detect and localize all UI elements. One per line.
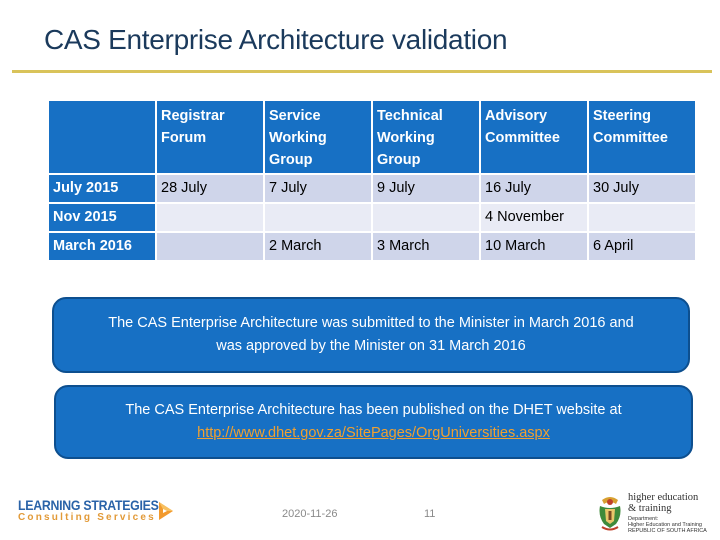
row-period: March 2016 xyxy=(49,233,155,260)
submitted-callout-line1: The CAS Enterprise Architecture was subm… xyxy=(108,315,634,331)
table-row: July 2015 28 July 7 July 9 July 16 July … xyxy=(49,175,695,202)
header-registrar-forum: Registrar Forum xyxy=(157,101,263,173)
table-cell: 28 July xyxy=(157,175,263,202)
table-cell: 4 November xyxy=(481,204,587,231)
footer-date: 2020-11-26 xyxy=(282,508,338,520)
dhet-logo-line1: higher education xyxy=(628,492,699,503)
dhet-logo-line2: & training xyxy=(628,503,672,514)
table-cell xyxy=(589,204,695,231)
dhet-logo-line5: REPUBLIC OF SOUTH AFRICA xyxy=(628,528,707,534)
table-cell xyxy=(157,204,263,231)
published-callout-line1: The CAS Enterprise Architecture has been… xyxy=(125,402,622,418)
submitted-callout: The CAS Enterprise Architecture was subm… xyxy=(52,297,690,373)
table-cell: 30 July xyxy=(589,175,695,202)
logo-tagline: Consulting Services xyxy=(18,512,156,523)
published-callout: The CAS Enterprise Architecture has been… xyxy=(54,385,693,459)
slide-number: 11 xyxy=(424,508,436,520)
logo-name: LEARNING STRATEGIES xyxy=(18,497,159,513)
dhet-website-link[interactable]: http://www.dhet.gov.za/SitePages/OrgUniv… xyxy=(197,425,550,441)
table-cell: 6 April xyxy=(589,233,695,260)
schedule-table: Registrar Forum Service Working Group Te… xyxy=(47,99,697,262)
table-cell: 7 July xyxy=(265,175,371,202)
submitted-callout-line2: was approved by the Minister on 31 March… xyxy=(216,338,526,354)
header-technical-working-group: Technical Working Group xyxy=(373,101,479,173)
learning-strategies-logo: LEARNING STRATEGIES Consulting Services xyxy=(18,497,173,529)
table-row: Nov 2015 4 November xyxy=(49,204,695,231)
play-triangle-icon xyxy=(159,502,173,520)
row-period: Nov 2015 xyxy=(49,204,155,231)
coat-of-arms-icon xyxy=(599,497,621,531)
table-cell: 3 March xyxy=(373,233,479,260)
header-corner xyxy=(49,101,155,173)
table-row: March 2016 2 March 3 March 10 March 6 Ap… xyxy=(49,233,695,260)
header-advisory-committee: Advisory Committee xyxy=(481,101,587,173)
table-cell xyxy=(157,233,263,260)
header-service-working-group: Service Working Group xyxy=(265,101,371,173)
table-cell xyxy=(373,204,479,231)
slide-title: CAS Enterprise Architecture validation xyxy=(44,24,508,55)
title-divider xyxy=(12,70,712,73)
header-steering-committee: Steering Committee xyxy=(589,101,695,173)
table-cell: 9 July xyxy=(373,175,479,202)
table-cell: 2 March xyxy=(265,233,371,260)
dhet-logo: higher education & training Department: … xyxy=(596,492,716,536)
table-cell xyxy=(265,204,371,231)
table-cell: 10 March xyxy=(481,233,587,260)
row-period: July 2015 xyxy=(49,175,155,202)
table-cell: 16 July xyxy=(481,175,587,202)
table-header-row: Registrar Forum Service Working Group Te… xyxy=(49,101,695,173)
